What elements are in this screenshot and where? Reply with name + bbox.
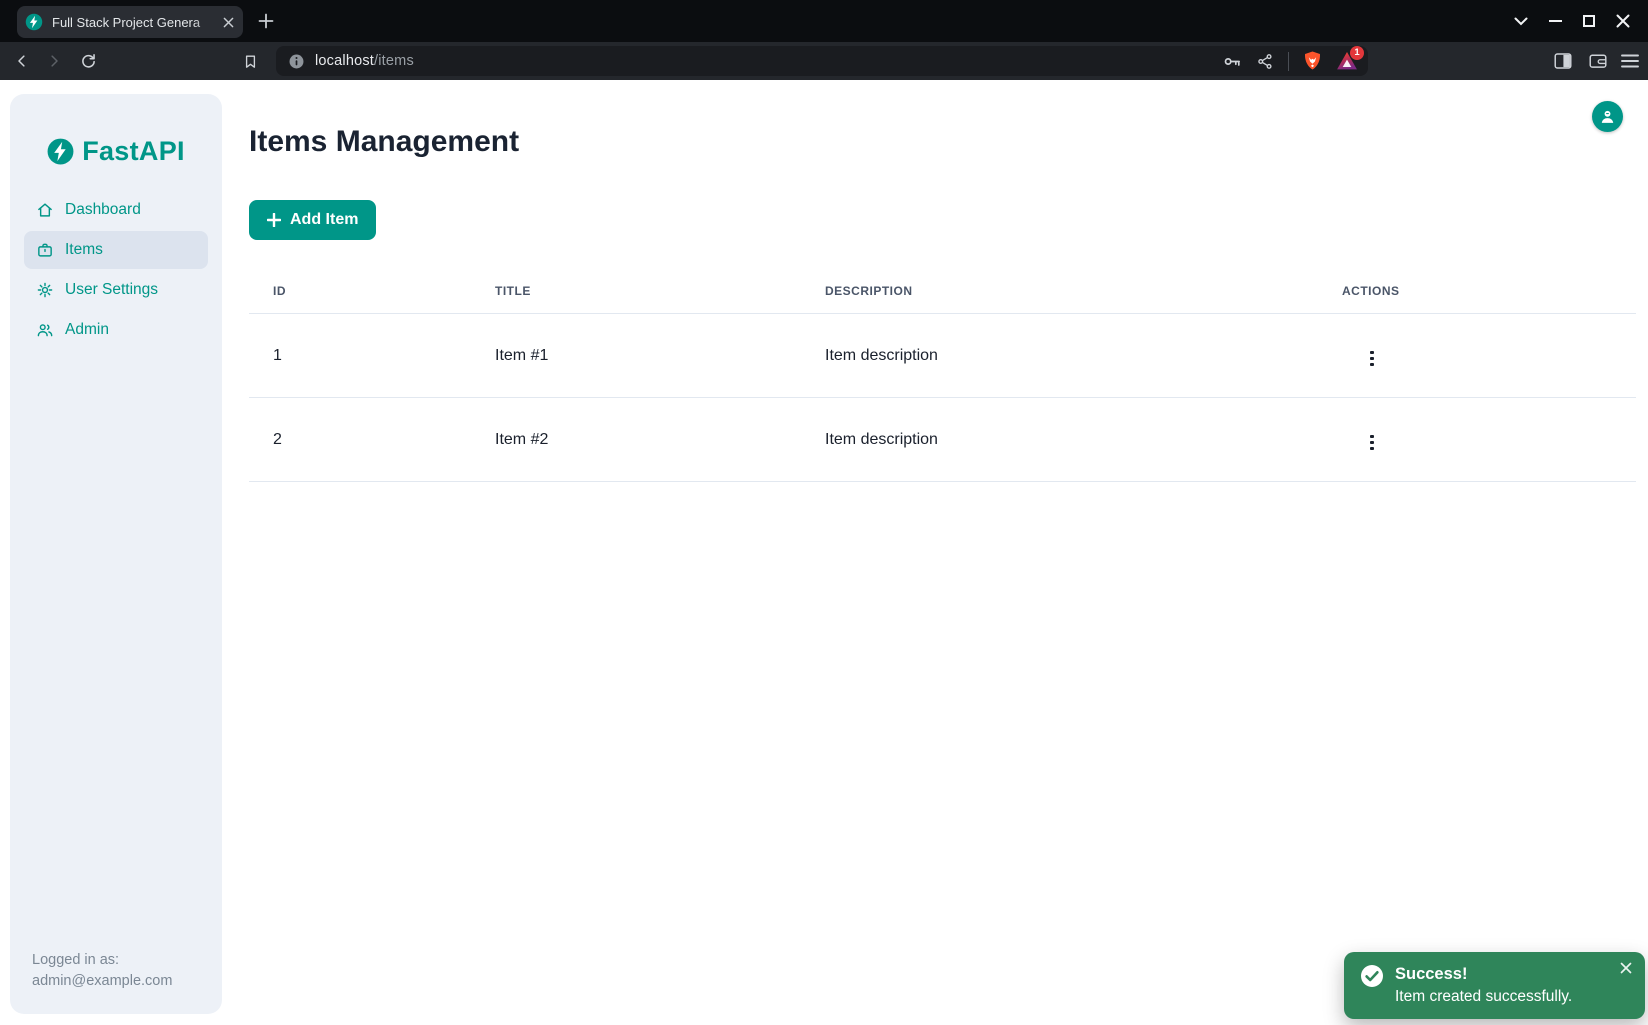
tab-close-icon[interactable] [219, 13, 237, 31]
user-icon [1598, 107, 1617, 126]
tab-search-chevron-icon[interactable] [1504, 0, 1538, 42]
toast-close-icon[interactable] [1618, 960, 1634, 979]
logo-text: FastAPI [82, 136, 185, 167]
browser-tab[interactable]: Full Stack Project Genera [17, 6, 243, 38]
fastapi-logo-icon [47, 138, 74, 165]
add-item-label: Add Item [290, 211, 358, 229]
gear-icon [36, 281, 54, 299]
items-table: ID TITLE DESCRIPTION ACTIONS 1 Item #1 I… [249, 268, 1636, 482]
site-info-icon[interactable] [288, 53, 305, 70]
sidebar-item-label: Items [65, 241, 103, 259]
window-maximize-button[interactable] [1572, 0, 1606, 42]
window-controls [1504, 0, 1640, 42]
table-row: 2 Item #2 Item description [249, 398, 1636, 482]
toast-title: Success! [1395, 963, 1572, 985]
url-bar[interactable]: localhost/items [276, 46, 1368, 76]
plus-icon [267, 213, 281, 227]
cell-id: 1 [249, 314, 471, 398]
wallet-icon[interactable] [1586, 49, 1610, 73]
urlbar-divider [1288, 52, 1289, 71]
user-avatar-button[interactable] [1592, 101, 1623, 132]
saved-passwords-key-icon[interactable] [1222, 51, 1243, 72]
browser-window: Full Stack Project Genera [0, 0, 1648, 1025]
tab-strip: Full Stack Project Genera [0, 0, 1648, 42]
row-actions-menu-icon[interactable] [1364, 431, 1380, 455]
url-text: localhost/items [315, 53, 414, 69]
page-viewport: FastAPI Dashboard Items [0, 80, 1648, 1025]
page-title: Items Management [249, 80, 1648, 160]
window-close-button[interactable] [1606, 0, 1640, 42]
share-icon[interactable] [1256, 52, 1275, 71]
sidebar: FastAPI Dashboard Items [10, 94, 222, 1014]
cell-description: Item description [801, 398, 1318, 482]
sidebar-item-user-settings[interactable]: User Settings [24, 271, 208, 309]
users-icon [36, 321, 54, 339]
cell-id: 2 [249, 398, 471, 482]
sidebar-item-dashboard[interactable]: Dashboard [24, 191, 208, 229]
toast-message: Item created successfully. [1395, 985, 1572, 1008]
window-minimize-button[interactable] [1538, 0, 1572, 42]
tab-title: Full Stack Project Genera [52, 15, 219, 30]
reload-button[interactable] [76, 49, 100, 73]
new-tab-button[interactable] [254, 9, 278, 33]
col-header-description: DESCRIPTION [801, 268, 1318, 314]
sidebar-item-label: Dashboard [65, 201, 141, 219]
logged-in-email: admin@example.com [32, 971, 172, 992]
sidebar-item-items[interactable]: Items [24, 231, 208, 269]
bookmark-icon[interactable] [238, 49, 262, 73]
sidebar-item-label: User Settings [65, 281, 158, 299]
col-header-actions: ACTIONS [1318, 268, 1636, 314]
toast-text: Success! Item created successfully. [1395, 963, 1572, 1008]
sidebar-panel-icon[interactable] [1551, 49, 1575, 73]
table-header-row: ID TITLE DESCRIPTION ACTIONS [249, 268, 1636, 314]
sidebar-item-admin[interactable]: Admin [24, 311, 208, 349]
forward-button[interactable] [42, 49, 66, 73]
rewards-badge: 1 [1350, 46, 1364, 60]
cell-description: Item description [801, 314, 1318, 398]
browser-toolbar: localhost/items [0, 42, 1648, 80]
menu-hamburger-icon[interactable] [1618, 49, 1642, 73]
logged-in-label: Logged in as: [32, 950, 172, 971]
col-header-id: ID [249, 268, 471, 314]
check-circle-icon [1360, 964, 1384, 988]
row-actions-menu-icon[interactable] [1364, 347, 1380, 371]
logo: FastAPI [10, 94, 222, 167]
url-host: localhost [315, 53, 374, 69]
sidebar-item-label: Admin [65, 321, 109, 339]
sidebar-nav: Dashboard Items User Settings [24, 191, 208, 349]
fastapi-favicon-icon [25, 13, 43, 31]
table-row: 1 Item #1 Item description [249, 314, 1636, 398]
back-button[interactable] [10, 49, 34, 73]
cell-title: Item #1 [471, 314, 801, 398]
main-content: Items Management Add Item ID TITLE DESCR… [249, 80, 1648, 1025]
briefcase-icon [36, 241, 54, 259]
url-path: /items [374, 53, 414, 69]
home-icon [36, 201, 54, 219]
success-toast: Success! Item created successfully. [1344, 952, 1645, 1019]
brave-shields-icon[interactable] [1302, 50, 1323, 73]
brave-rewards-icon[interactable]: 1 [1336, 50, 1358, 72]
add-item-button[interactable]: Add Item [249, 200, 376, 240]
col-header-title: TITLE [471, 268, 801, 314]
cell-title: Item #2 [471, 398, 801, 482]
logged-in-info: Logged in as: admin@example.com [32, 950, 172, 992]
